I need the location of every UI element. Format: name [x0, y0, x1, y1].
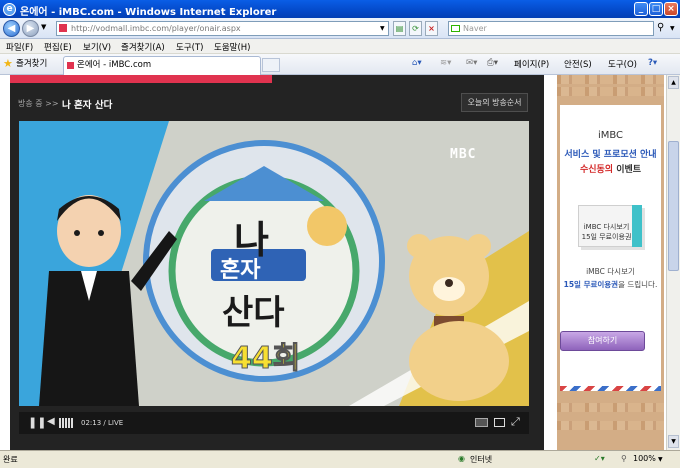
compatibility-icon[interactable]: ▤ [393, 21, 406, 36]
join-button[interactable]: 참여하기 [560, 331, 645, 351]
favorites-label: 즐겨찾기 [16, 59, 48, 69]
history-dropdown-icon[interactable]: ▼ [41, 23, 46, 31]
zone-label: 인터넷 [470, 455, 493, 464]
forward-button[interactable]: ▶ [22, 20, 39, 37]
status-text: 완료 [3, 455, 18, 464]
title-bar: e 온에어 - iMBC.com - Windows Internet Expl… [0, 0, 680, 18]
home-icon[interactable]: ⌂▾ [412, 58, 422, 68]
print-icon[interactable]: ⎙▾ [487, 58, 498, 68]
volume-icon[interactable]: ◀ [47, 416, 55, 427]
tools-menu[interactable]: 도구(O) [608, 58, 637, 70]
back-button[interactable]: ◀ [3, 20, 20, 37]
vertical-scrollbar[interactable]: ▲ ▼ [666, 75, 680, 450]
video-area[interactable]: MBC 나 혼자 산다 44회 [19, 121, 529, 406]
tab-title: 온에어 - iMBC.com [77, 60, 152, 70]
promo-card[interactable]: iMBC 서비스 및 프로모션 안내 수신동의 이벤트 iMBC 다시보기 15… [560, 105, 661, 391]
hd-icon[interactable] [475, 418, 488, 427]
show-title: 나 혼자 산다 [62, 100, 113, 111]
promo-desc-rest: 을 드립니다. [618, 280, 658, 289]
browser-tab[interactable]: 온에어 - iMBC.com [63, 56, 261, 75]
pause-icon[interactable]: ❚❚ [28, 416, 46, 429]
promo-headline: 서비스 및 프로모션 안내 [564, 150, 657, 160]
wood-plank [557, 87, 664, 96]
window-title: 온에어 - iMBC.com - Windows Internet Explor… [20, 7, 277, 18]
ticket-line2: 15일 무료이용권 [581, 233, 632, 241]
safety-menu[interactable]: 안전(S) [564, 58, 592, 70]
new-tab-button[interactable] [262, 58, 280, 72]
search-options-icon[interactable]: ▼ [670, 25, 675, 32]
ticket-line1: iMBC 다시보기 [583, 223, 630, 231]
breadcrumb: 방송 중 >> [18, 99, 59, 108]
mail-icon[interactable]: ✉▾ [466, 58, 477, 68]
menu-view[interactable]: 보기(V) [83, 41, 111, 53]
bear-small-icon [307, 206, 347, 246]
video-title-line3: 산다 [222, 293, 285, 333]
page-content: 방송 중 >> 나 혼자 산다 오늘의 방송순서 MBC 나 혼자 산다 44회… [0, 75, 666, 450]
player-controls: ❚❚ ◀ 02:13 / LIVE ⤢ [19, 412, 529, 434]
promo-headline-rest: 이벤트 [613, 165, 642, 175]
help-icon[interactable]: ?▾ [648, 58, 657, 68]
menu-favorites[interactable]: 즐겨찾기(A) [121, 41, 165, 53]
wood-plank [557, 403, 664, 412]
search-input[interactable]: Naver [448, 21, 654, 36]
menu-bar: 파일(F) 편집(E) 보기(V) 즐겨찾기(A) 도구(T) 도움말(H) [0, 39, 680, 54]
star-icon: ★ [3, 57, 13, 70]
volume-slider[interactable] [59, 418, 74, 428]
address-bar-row: ◀ ▶ ▼ http://vodmall.imbc.com/player/ona… [0, 18, 680, 39]
episode-number: 44회 [230, 341, 301, 377]
search-icon[interactable]: ⚲ [657, 22, 664, 33]
ad-sidebar: iMBC 서비스 및 프로모션 안내 수신동의 이벤트 iMBC 다시보기 15… [557, 75, 664, 450]
promo-highlight: 수신동의 [579, 165, 614, 175]
promo-desc-line2: 15일 무료이용권을 드립니다. [560, 279, 661, 290]
page-favicon [59, 24, 67, 32]
zoom-icon[interactable]: ⚲ [621, 454, 627, 463]
menu-file[interactable]: 파일(F) [6, 41, 33, 53]
fullscreen-icon[interactable]: ⤢ [511, 415, 520, 429]
menu-tools[interactable]: 도구(T) [176, 41, 203, 53]
internet-zone-icon: ◉ [458, 454, 465, 463]
time-display: 02:13 / LIVE [81, 419, 124, 427]
scroll-down-icon[interactable]: ▼ [668, 435, 679, 448]
promo-subheadline: 수신동의 이벤트 [560, 162, 661, 175]
wood-plank [557, 75, 664, 84]
airmail-border [560, 386, 661, 391]
scroll-up-icon[interactable]: ▲ [668, 76, 679, 89]
scroll-thumb[interactable] [668, 141, 679, 271]
search-provider-icon [451, 25, 460, 32]
refresh-icon[interactable]: ⟳ [409, 21, 422, 36]
favorites-bar: ★ 즐겨찾기 온에어 - iMBC.com ⌂▾ ≋▾ ✉▾ ⎙▾ 페이지(P)… [0, 54, 680, 75]
menu-edit[interactable]: 편집(E) [44, 41, 72, 53]
maximize-icon[interactable]: □ [649, 2, 663, 16]
accent-bar [10, 75, 272, 83]
screen-mode-icon[interactable] [494, 418, 505, 427]
promo-brand: iMBC [597, 130, 624, 141]
favorites-button[interactable]: ★ 즐겨찾기 [2, 56, 47, 72]
promo-desc-highlight: 15일 무료이용권 [563, 280, 619, 289]
status-bar: 완료 ◉ 인터넷 ✓▾ ⚲ 100% ▼ [0, 450, 680, 468]
wood-plank [557, 421, 664, 430]
live-player-panel: 방송 중 >> 나 혼자 산다 오늘의 방송순서 MBC 나 혼자 산다 44회… [10, 75, 544, 450]
menu-help[interactable]: 도움말(H) [214, 41, 250, 53]
schedule-button[interactable]: 오늘의 방송순서 [461, 93, 528, 112]
stop-icon[interactable]: × [425, 21, 438, 36]
zoom-level[interactable]: 100% [633, 454, 656, 463]
close-icon[interactable]: × [664, 2, 678, 16]
mbc-logo: MBC [450, 147, 477, 162]
page-menu[interactable]: 페이지(P) [514, 58, 549, 70]
tab-favicon [67, 62, 74, 69]
url-input[interactable]: http://vodmall.imbc.com/player/onair.asp… [56, 21, 389, 36]
video-title-line2: 혼자 [220, 258, 261, 283]
minimize-icon[interactable]: _ [634, 2, 648, 16]
zoom-dropdown-icon[interactable]: ▼ [658, 456, 663, 463]
promo-desc-line1: iMBC 다시보기 [586, 267, 635, 276]
url-dropdown-icon[interactable]: ▼ [380, 25, 385, 32]
ie-app-icon: e [3, 3, 16, 16]
protected-mode-icon[interactable]: ✓▾ [594, 454, 605, 463]
feeds-icon[interactable]: ≋▾ [440, 58, 451, 68]
